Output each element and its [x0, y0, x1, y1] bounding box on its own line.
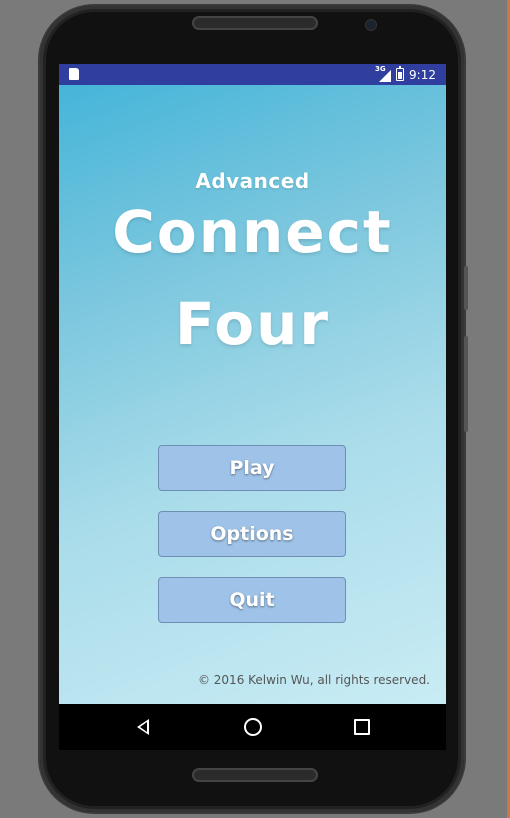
- navigation-bar: [59, 704, 446, 750]
- title-line-1: Connect: [112, 198, 393, 266]
- home-icon[interactable]: [244, 718, 262, 736]
- power-button[interactable]: [464, 266, 468, 310]
- options-button[interactable]: Options: [158, 511, 346, 557]
- top-speaker-grill: [192, 16, 318, 30]
- bottom-speaker-grill: [192, 768, 318, 782]
- quit-button[interactable]: Quit: [158, 577, 346, 623]
- status-icons: 3G 9:12: [375, 65, 436, 83]
- screen: 3G 9:12 Advanced Connect Four Play Optio…: [59, 64, 446, 750]
- device-frame: 3G 9:12 Advanced Connect Four Play Optio…: [0, 0, 510, 818]
- battery-charging-icon: [396, 66, 405, 81]
- play-button[interactable]: Play: [158, 445, 346, 491]
- status-bar: 3G 9:12: [59, 64, 446, 85]
- title-line-2: Four: [174, 290, 330, 358]
- copyright-text: © 2016 Kelwin Wu, all rights reserved.: [197, 673, 430, 687]
- recent-apps-icon[interactable]: [354, 719, 370, 735]
- volume-rocker[interactable]: [464, 336, 468, 432]
- sd-card-icon: [69, 68, 79, 80]
- status-time: 9:12: [409, 67, 436, 82]
- back-icon[interactable]: [137, 719, 149, 735]
- title-subtitle: Advanced: [195, 169, 310, 193]
- signal-icon: 3G: [375, 65, 392, 82]
- front-camera: [365, 19, 377, 31]
- app-main-menu: Advanced Connect Four Play Options Quit …: [59, 85, 446, 704]
